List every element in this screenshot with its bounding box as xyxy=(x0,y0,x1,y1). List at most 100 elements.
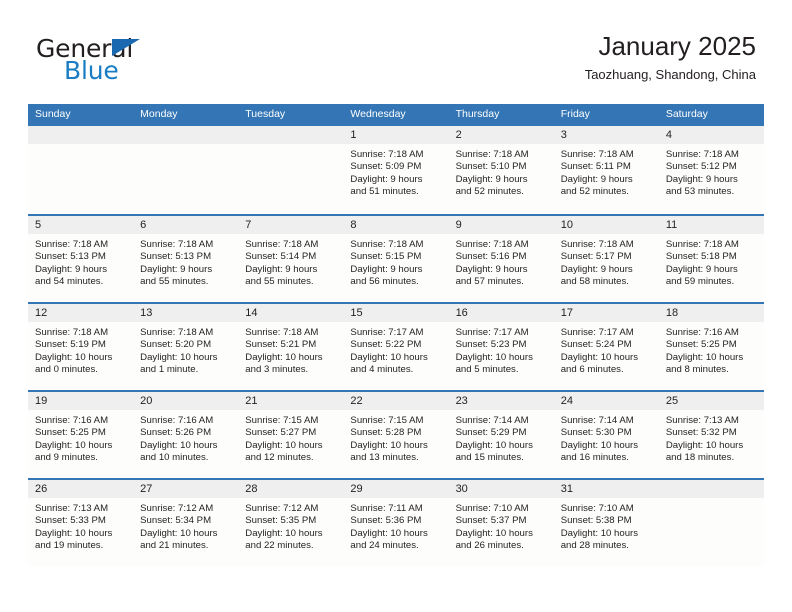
daylight-text-line2: and 1 minute. xyxy=(140,363,199,375)
day-cell[interactable]: 5 Sunrise: 7:18 AM Sunset: 5:13 PM Daylight… xyxy=(28,216,134,302)
sunrise-text: Sunrise: 7:11 AM xyxy=(350,503,423,514)
daylight-text-line1: Daylight: 10 hours xyxy=(245,439,323,451)
week-row: 19 Sunrise: 7:16 AM Sunset: 5:25 PM Dayligh… xyxy=(28,390,764,478)
sunset-text: Sunset: 5:30 PM xyxy=(560,427,632,439)
day-number xyxy=(133,126,239,144)
sunset-text: Sunset: 5:25 PM xyxy=(35,427,106,439)
week-row: 26 Sunrise: 7:13 AM Sunset: 5:33 PM Dayligh… xyxy=(28,478,764,566)
sunrise-text: Sunrise: 7:18 AM xyxy=(35,239,109,250)
sunset-text: Sunset: 5:19 PM xyxy=(35,339,106,351)
sunrise-text: Sunrise: 7:18 AM xyxy=(140,327,214,338)
day-cell-empty xyxy=(133,126,239,214)
sunset-text: Sunset: 5:12 PM xyxy=(665,161,737,173)
daylight-text-line2: and 55 minutes. xyxy=(245,275,314,287)
day-cell[interactable]: 4 Sunrise: 7:18 AM Sunset: 5:12 PM Daylight… xyxy=(658,126,764,214)
day-cell[interactable]: 19 Sunrise: 7:16 AM Sunset: 5:25 PM Dayligh… xyxy=(28,392,134,478)
day-cell[interactable]: 10 Sunrise: 7:18 AM Sunset: 5:17 PM Dayligh… xyxy=(553,216,659,302)
day-number: 30 xyxy=(448,480,554,498)
day-cell[interactable]: 20 Sunrise: 7:16 AM Sunset: 5:26 PM Dayligh… xyxy=(133,392,239,478)
day-cell[interactable]: 7 Sunrise: 7:18 AM Sunset: 5:14 PM Daylight… xyxy=(238,216,344,302)
day-cell[interactable]: 29 Sunrise: 7:11 AM Sunset: 5:36 PM Dayligh… xyxy=(343,480,449,566)
page-subtitle: Taozhuang, Shandong, China xyxy=(584,67,756,82)
day-details: Sunrise: 7:16 AM Sunset: 5:25 PM Daylight:… xyxy=(28,410,133,464)
daylight-text-line1: Daylight: 10 hours xyxy=(35,527,113,539)
day-number: 28 xyxy=(238,480,344,498)
day-number: 29 xyxy=(343,480,449,498)
day-details: Sunrise: 7:17 AM Sunset: 5:23 PM Daylight:… xyxy=(449,322,554,376)
sunset-text: Sunset: 5:34 PM xyxy=(140,515,212,527)
day-cell-empty xyxy=(28,126,134,214)
day-details: Sunrise: 7:14 AM Sunset: 5:29 PM Daylight:… xyxy=(449,410,554,464)
weekday-header-thursday: Thursday xyxy=(455,108,500,120)
sunset-text: Sunset: 5:09 PM xyxy=(350,161,422,173)
day-cell[interactable]: 15 Sunrise: 7:17 AM Sunset: 5:22 PM Dayligh… xyxy=(343,304,449,390)
day-details xyxy=(133,144,238,149)
day-details xyxy=(659,498,764,503)
sunset-text: Sunset: 5:27 PM xyxy=(245,427,317,439)
day-details: Sunrise: 7:17 AM Sunset: 5:24 PM Daylight:… xyxy=(554,322,659,376)
day-cell[interactable]: 14 Sunrise: 7:18 AM Sunset: 5:21 PM Dayligh… xyxy=(238,304,344,390)
day-cell[interactable]: 9 Sunrise: 7:18 AM Sunset: 5:16 PM Daylight… xyxy=(448,216,554,302)
daylight-text-line2: and 52 minutes. xyxy=(560,185,629,197)
day-number: 11 xyxy=(658,216,764,234)
weeks-container: 1 Sunrise: 7:18 AM Sunset: 5:09 PM Daylight… xyxy=(28,126,764,566)
daylight-text-line1: Daylight: 9 hours xyxy=(665,263,738,275)
day-details: Sunrise: 7:18 AM Sunset: 5:20 PM Daylight:… xyxy=(133,322,238,376)
day-cell[interactable]: 16 Sunrise: 7:17 AM Sunset: 5:23 PM Dayligh… xyxy=(448,304,554,390)
day-details: Sunrise: 7:16 AM Sunset: 5:25 PM Daylight:… xyxy=(659,322,764,376)
day-cell[interactable]: 8 Sunrise: 7:18 AM Sunset: 5:15 PM Daylight… xyxy=(343,216,449,302)
day-number: 19 xyxy=(28,392,134,410)
sunrise-text: Sunrise: 7:16 AM xyxy=(35,415,109,426)
day-cell[interactable]: 26 Sunrise: 7:13 AM Sunset: 5:33 PM Dayligh… xyxy=(28,480,134,566)
daylight-text-line1: Daylight: 9 hours xyxy=(350,263,423,275)
day-cell[interactable]: 18 Sunrise: 7:16 AM Sunset: 5:25 PM Dayligh… xyxy=(658,304,764,390)
sunset-text: Sunset: 5:15 PM xyxy=(350,251,422,263)
day-details: Sunrise: 7:18 AM Sunset: 5:18 PM Daylight:… xyxy=(659,234,764,288)
daylight-text-line2: and 58 minutes. xyxy=(560,275,629,287)
day-number: 31 xyxy=(553,480,659,498)
day-cell[interactable]: 24 Sunrise: 7:14 AM Sunset: 5:30 PM Dayligh… xyxy=(553,392,659,478)
day-cell[interactable]: 3 Sunrise: 7:18 AM Sunset: 5:11 PM Daylight… xyxy=(553,126,659,214)
daylight-text-line1: Daylight: 9 hours xyxy=(560,173,633,185)
day-cell[interactable]: 2 Sunrise: 7:18 AM Sunset: 5:10 PM Daylight… xyxy=(448,126,554,214)
general-blue-logo[interactable]: General Blue xyxy=(36,36,266,92)
sunrise-text: Sunrise: 7:18 AM xyxy=(560,239,634,250)
day-details: Sunrise: 7:18 AM Sunset: 5:14 PM Daylight:… xyxy=(238,234,343,288)
day-cell[interactable]: 21 Sunrise: 7:15 AM Sunset: 5:27 PM Dayligh… xyxy=(238,392,344,478)
day-cell[interactable]: 23 Sunrise: 7:14 AM Sunset: 5:29 PM Dayligh… xyxy=(448,392,554,478)
day-cell[interactable]: 28 Sunrise: 7:12 AM Sunset: 5:35 PM Dayligh… xyxy=(238,480,344,566)
daylight-text-line1: Daylight: 10 hours xyxy=(35,351,113,363)
sunset-text: Sunset: 5:24 PM xyxy=(560,339,632,351)
daylight-text-line1: Daylight: 10 hours xyxy=(140,527,218,539)
day-cell[interactable]: 6 Sunrise: 7:18 AM Sunset: 5:13 PM Daylight… xyxy=(133,216,239,302)
sunrise-text: Sunrise: 7:17 AM xyxy=(455,327,529,338)
day-details: Sunrise: 7:18 AM Sunset: 5:13 PM Daylight:… xyxy=(28,234,133,288)
day-number: 16 xyxy=(448,304,554,322)
day-cell[interactable]: 17 Sunrise: 7:17 AM Sunset: 5:24 PM Dayligh… xyxy=(553,304,659,390)
daylight-text-line2: and 18 minutes. xyxy=(665,451,735,463)
daylight-text-line1: Daylight: 10 hours xyxy=(245,351,323,363)
sunset-text: Sunset: 5:13 PM xyxy=(35,251,106,263)
daylight-text-line1: Daylight: 10 hours xyxy=(350,351,428,363)
day-details: Sunrise: 7:13 AM Sunset: 5:32 PM Daylight:… xyxy=(659,410,764,464)
daylight-text-line1: Daylight: 10 hours xyxy=(560,527,639,539)
daylight-text-line1: Daylight: 10 hours xyxy=(665,351,744,363)
sunset-text: Sunset: 5:26 PM xyxy=(140,427,212,439)
day-cell[interactable]: 11 Sunrise: 7:18 AM Sunset: 5:18 PM Dayligh… xyxy=(658,216,764,302)
day-cell[interactable]: 31 Sunrise: 7:10 AM Sunset: 5:38 PM Dayligh… xyxy=(553,480,659,566)
daylight-text-line2: and 26 minutes. xyxy=(455,539,524,551)
day-cell[interactable]: 30 Sunrise: 7:10 AM Sunset: 5:37 PM Dayligh… xyxy=(448,480,554,566)
day-details: Sunrise: 7:10 AM Sunset: 5:38 PM Daylight:… xyxy=(554,498,659,552)
sunrise-text: Sunrise: 7:13 AM xyxy=(35,503,109,514)
day-cell[interactable]: 22 Sunrise: 7:15 AM Sunset: 5:28 PM Dayligh… xyxy=(343,392,449,478)
daylight-text-line2: and 52 minutes. xyxy=(455,185,524,197)
day-number: 22 xyxy=(343,392,449,410)
day-cell[interactable]: 12 Sunrise: 7:18 AM Sunset: 5:19 PM Dayligh… xyxy=(28,304,134,390)
day-number xyxy=(28,126,134,144)
day-cell[interactable]: 25 Sunrise: 7:13 AM Sunset: 5:32 PM Dayligh… xyxy=(658,392,764,478)
day-cell[interactable]: 27 Sunrise: 7:12 AM Sunset: 5:34 PM Dayligh… xyxy=(133,480,239,566)
daylight-text-line2: and 55 minutes. xyxy=(140,275,209,287)
day-cell[interactable]: 13 Sunrise: 7:18 AM Sunset: 5:20 PM Dayligh… xyxy=(133,304,239,390)
day-cell[interactable]: 1 Sunrise: 7:18 AM Sunset: 5:09 PM Daylight… xyxy=(343,126,449,214)
day-number xyxy=(658,480,764,498)
